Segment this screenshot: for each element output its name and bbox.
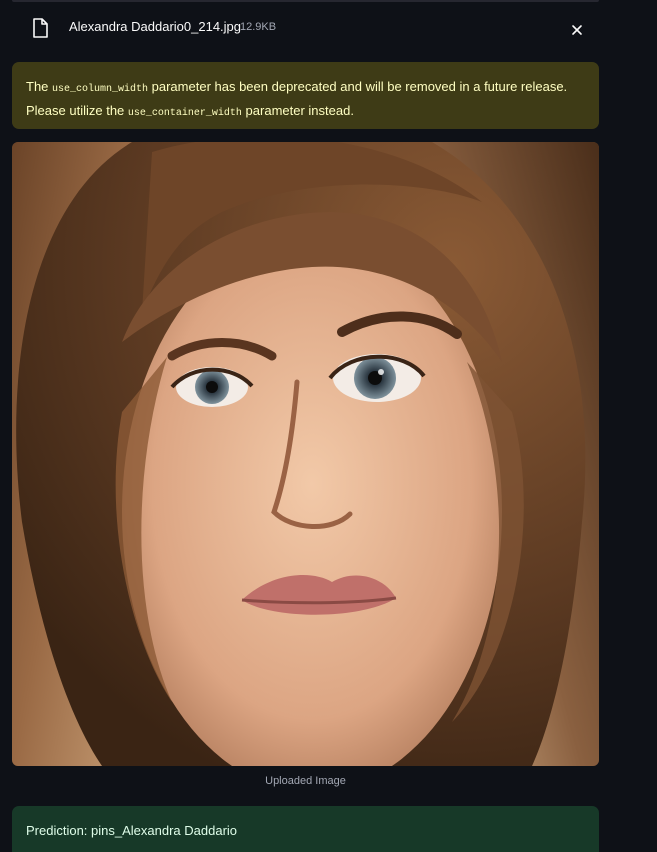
file-icon — [32, 18, 48, 38]
deprecation-warning: The use_column_width parameter has been … — [12, 62, 599, 129]
file-size: 12.9KB — [240, 21, 277, 33]
warning-text-suffix: parameter instead. — [241, 103, 354, 118]
portrait-illustration — [12, 142, 599, 766]
previous-element-edge — [12, 0, 599, 2]
close-icon[interactable] — [568, 21, 586, 39]
uploaded-image — [12, 142, 599, 766]
prediction-result: Prediction: pins_Alexandra Daddario — [12, 806, 599, 852]
file-name: Alexandra Daddario0_214.jpg — [69, 19, 242, 34]
image-caption: Uploaded Image — [265, 775, 346, 787]
warning-code-column-width: use_column_width — [52, 84, 149, 95]
warning-code-container-width: use_container_width — [127, 108, 242, 119]
uploaded-file-row: Alexandra Daddario0_214.jpg 12.9KB — [12, 10, 599, 50]
prediction-text: Prediction: pins_Alexandra Daddario — [26, 823, 238, 838]
warning-text-prefix: The — [26, 79, 53, 94]
